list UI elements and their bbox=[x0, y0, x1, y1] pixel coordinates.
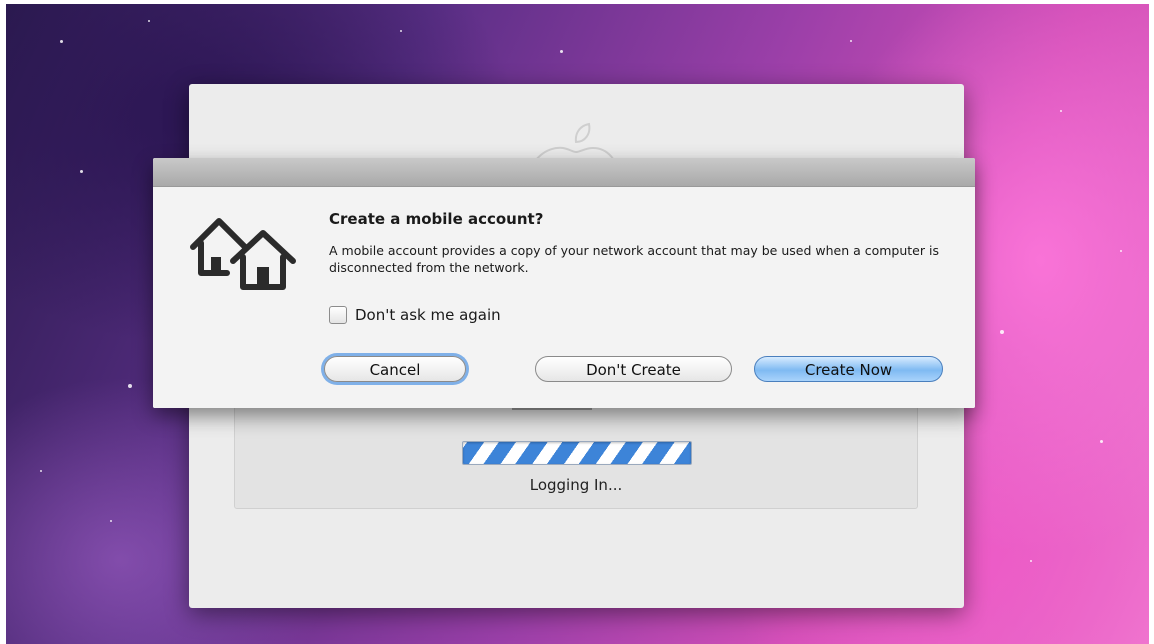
star bbox=[1060, 110, 1062, 112]
login-status-panel: Logging In... bbox=[234, 404, 918, 509]
logging-in-label: Logging In... bbox=[529, 476, 623, 494]
dont-create-button[interactable]: Don't Create bbox=[535, 356, 732, 382]
star bbox=[560, 50, 563, 53]
screen-border-right bbox=[1149, 0, 1154, 644]
star bbox=[60, 40, 63, 43]
star bbox=[1120, 250, 1122, 252]
star bbox=[110, 520, 112, 522]
screen-border-top bbox=[0, 0, 1154, 4]
star bbox=[850, 40, 852, 42]
progress-bar bbox=[462, 441, 692, 465]
star bbox=[40, 470, 42, 472]
star bbox=[400, 30, 402, 32]
create-now-button[interactable]: Create Now bbox=[754, 356, 943, 382]
dont-ask-again-label[interactable]: Don't ask me again bbox=[355, 306, 501, 324]
star bbox=[1100, 440, 1103, 443]
star bbox=[128, 384, 132, 388]
star bbox=[1030, 560, 1032, 562]
dont-ask-again-checkbox[interactable] bbox=[329, 306, 347, 324]
star bbox=[148, 20, 150, 22]
star bbox=[1000, 330, 1004, 334]
houses-icon bbox=[190, 218, 296, 290]
sheet-titlebar bbox=[153, 158, 975, 187]
dialog-title: Create a mobile account? bbox=[329, 210, 544, 228]
dont-ask-again-row[interactable]: Don't ask me again bbox=[329, 305, 501, 325]
screen-border-left bbox=[0, 0, 6, 644]
mobile-account-sheet: Create a mobile account? A mobile accoun… bbox=[153, 158, 975, 408]
dialog-message: A mobile account provides a copy of your… bbox=[329, 243, 939, 275]
star bbox=[80, 170, 83, 173]
cancel-button[interactable]: Cancel bbox=[324, 356, 466, 382]
sheet-body: Create a mobile account? A mobile accoun… bbox=[153, 187, 975, 408]
